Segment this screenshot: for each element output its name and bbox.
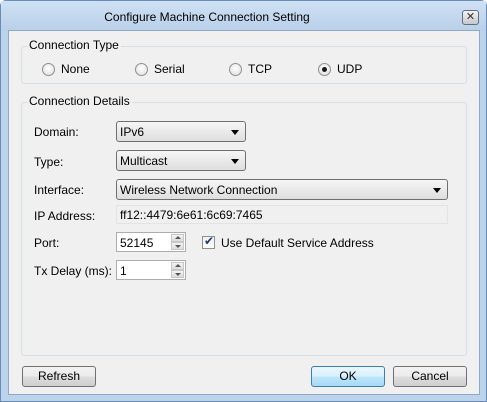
radio-none-label: None bbox=[61, 62, 90, 76]
radio-tcp-circle[interactable] bbox=[229, 62, 242, 76]
refresh-button[interactable]: Refresh bbox=[22, 366, 96, 387]
tx-delay-stepper[interactable]: 1 bbox=[116, 260, 186, 280]
domain-dropdown[interactable]: IPv6 bbox=[116, 121, 246, 142]
chevron-down-icon bbox=[231, 130, 239, 135]
radio-none[interactable]: None bbox=[42, 62, 90, 76]
interface-value: Wireless Network Connection bbox=[120, 183, 278, 197]
interface-label: Interface: bbox=[34, 183, 85, 197]
radio-udp-label: UDP bbox=[337, 62, 363, 76]
tx-delay-spin-buttons bbox=[171, 262, 184, 278]
radio-serial-label: Serial bbox=[154, 62, 185, 76]
close-icon: ✕ bbox=[465, 11, 476, 23]
tx-delay-spin-up-icon[interactable] bbox=[171, 262, 184, 270]
ip-address-value: ff12::4479:6e61:6c69:7465 bbox=[120, 208, 263, 222]
radio-tcp[interactable]: TCP bbox=[229, 62, 272, 76]
port-value: 52145 bbox=[120, 236, 154, 250]
type-label: Type: bbox=[34, 155, 64, 169]
type-dropdown[interactable]: Multicast bbox=[116, 150, 246, 171]
use-default-checkbox[interactable]: ✔ bbox=[202, 234, 215, 249]
tx-delay-spin-down-icon[interactable] bbox=[171, 270, 184, 278]
port-stepper[interactable]: 52145 bbox=[116, 232, 186, 252]
tx-delay-label: Tx Delay (ms): bbox=[34, 264, 112, 278]
chevron-down-icon bbox=[231, 159, 239, 164]
ip-address-label: IP Address: bbox=[34, 209, 96, 223]
domain-value: IPv6 bbox=[120, 125, 145, 139]
port-label: Port: bbox=[34, 236, 60, 250]
dialog-window: Configure Machine Connection Setting ✕ C… bbox=[0, 0, 487, 402]
domain-label: Domain: bbox=[34, 125, 79, 139]
interface-dropdown[interactable]: Wireless Network Connection bbox=[116, 179, 448, 200]
radio-none-circle[interactable] bbox=[42, 62, 55, 76]
port-spin-buttons bbox=[171, 234, 184, 250]
cancel-button[interactable]: Cancel bbox=[393, 366, 467, 387]
radio-udp[interactable]: UDP bbox=[318, 62, 362, 76]
tx-delay-value: 1 bbox=[120, 264, 127, 278]
window-title: Configure Machine Connection Setting bbox=[104, 10, 310, 24]
radio-udp-circle[interactable] bbox=[318, 62, 331, 76]
port-spin-up-icon[interactable] bbox=[171, 234, 184, 242]
dialog-client-area: Connection Type None Serial TCP UDP Conn… bbox=[8, 30, 480, 395]
radio-serial[interactable]: Serial bbox=[135, 62, 185, 76]
checkmark-icon: ✔ bbox=[204, 234, 215, 248]
ip-address-field: ff12::4479:6e61:6c69:7465 bbox=[116, 205, 448, 224]
radio-serial-circle[interactable] bbox=[135, 62, 148, 76]
use-default-label: Use Default Service Address bbox=[221, 236, 374, 250]
connection-type-legend: Connection Type bbox=[27, 38, 121, 52]
close-button[interactable]: ✕ bbox=[462, 10, 479, 25]
chevron-down-icon bbox=[433, 188, 441, 193]
title-bar[interactable]: Configure Machine Connection Setting ✕ bbox=[1, 1, 486, 31]
port-spin-down-icon[interactable] bbox=[171, 242, 184, 250]
ok-button[interactable]: OK bbox=[311, 366, 385, 387]
radio-tcp-label: TCP bbox=[248, 62, 272, 76]
type-value: Multicast bbox=[120, 154, 168, 168]
connection-details-legend: Connection Details bbox=[27, 94, 132, 108]
